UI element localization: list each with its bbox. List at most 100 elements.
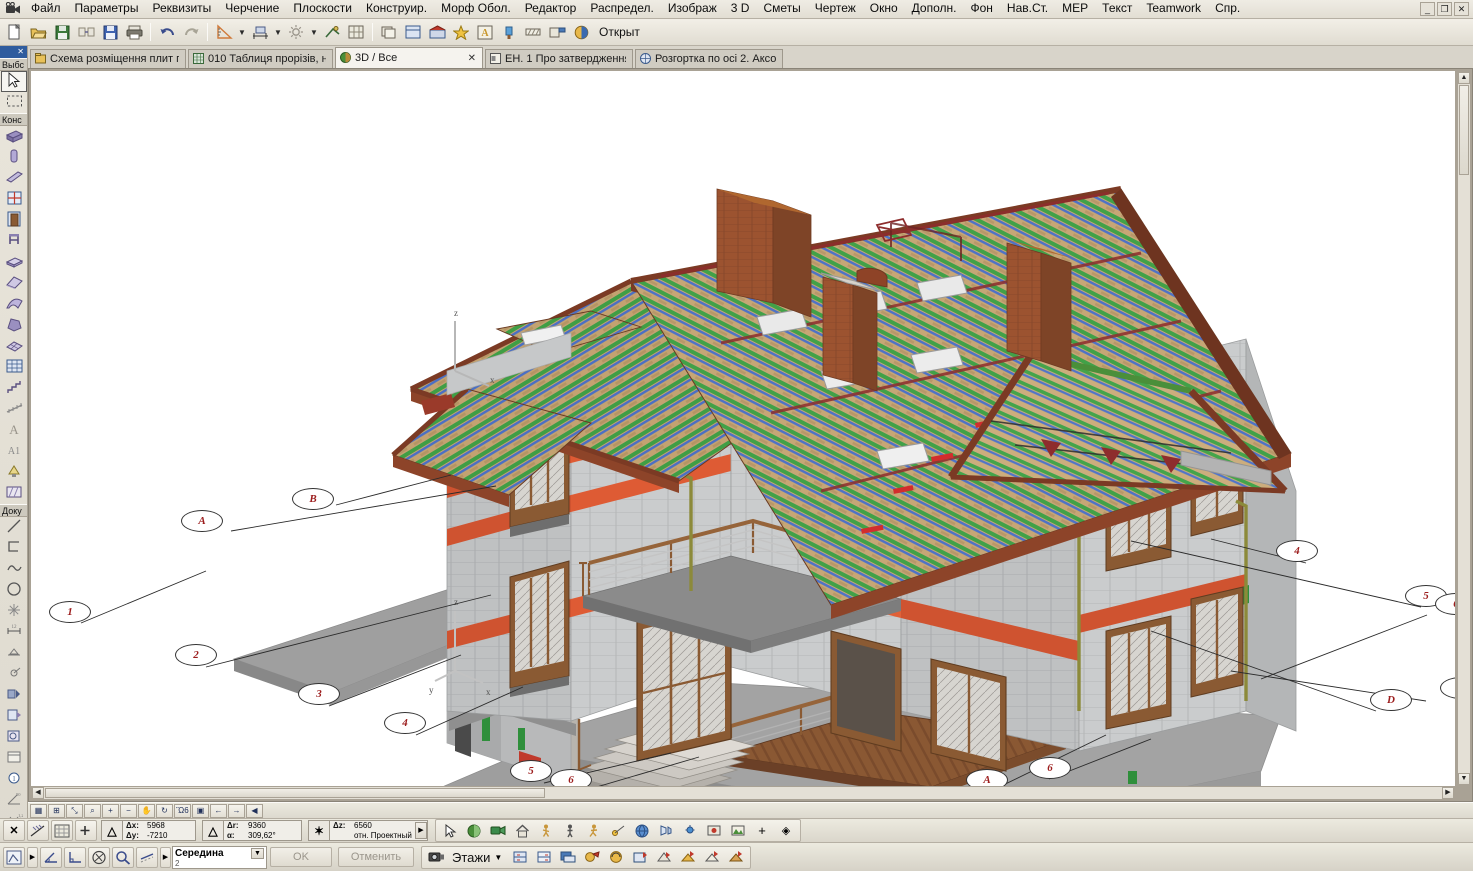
offset-dropdown-arrow-icon[interactable]: ▶ — [160, 846, 171, 868]
menu-distribute[interactable]: Распредел. — [583, 0, 660, 18]
menu-image[interactable]: Изображ — [661, 0, 724, 18]
measure-dropdown-arrow-icon[interactable]: ▼ — [236, 21, 248, 43]
grid-snap-icon[interactable] — [345, 21, 367, 43]
attribute-manager-icon[interactable] — [402, 21, 424, 43]
cartesian-coord-group[interactable]: △ Δx: 5968 Δy: -7210 — [101, 820, 196, 841]
ok-button[interactable]: OK — [270, 847, 332, 867]
fit-in-window-icon[interactable]: ⤡ — [66, 803, 83, 818]
menu-parameters[interactable]: Параметры — [68, 0, 146, 18]
toolbox-section-select[interactable]: Выбс — [0, 58, 27, 71]
marker-bubble-6b[interactable]: 6 — [1029, 757, 1071, 779]
stair-tool[interactable] — [1, 378, 27, 399]
tab-close-icon[interactable]: ✕ — [468, 53, 476, 64]
menu-attributes[interactable]: Реквизиты — [145, 0, 218, 18]
tab-document-en1[interactable]: ЕН. 1 Про затвердження Пор... — [485, 49, 633, 68]
tab-slab-layout[interactable]: Схема розміщення плит пере... — [30, 49, 186, 68]
teamwork-icon[interactable] — [570, 21, 592, 43]
publisher-icon[interactable] — [677, 847, 699, 868]
zoom-selection-icon[interactable]: ▣ — [192, 803, 209, 818]
roof-tool[interactable] — [1, 273, 27, 294]
3d-model-canvas[interactable]: z x z y x 1 A B 2 3 4 5 6 A 6 4 5 D — [31, 71, 1455, 786]
marker-bubble-a[interactable]: A — [181, 510, 223, 532]
close-button[interactable]: ✕ — [1454, 2, 1469, 16]
figure-run-icon[interactable] — [583, 820, 605, 841]
elevation-coord-group[interactable]: ✶ Δz: 6560 отн. Проектный ▶ — [308, 820, 428, 841]
tab-axis2-elevation[interactable]: Розгортка по осі 2. Аксоном... — [635, 49, 783, 68]
info-box-dropdown-arrow-icon[interactable]: ▶ — [27, 846, 38, 868]
marker-bubble-4b[interactable]: 4 — [1276, 540, 1318, 562]
measure-tool-icon[interactable] — [213, 21, 235, 43]
hatch-tool[interactable] — [1, 483, 27, 504]
favorites-star-icon[interactable] — [450, 21, 472, 43]
menu-estimates[interactable]: Сметы — [756, 0, 807, 18]
menu-mep[interactable]: MEP — [1055, 0, 1095, 18]
project-preview-icon[interactable] — [725, 847, 747, 868]
next-zoom-icon[interactable]: → — [228, 803, 245, 818]
railing-tool[interactable] — [1, 399, 27, 420]
figure-walk-icon[interactable] — [535, 820, 557, 841]
zoom-out-icon[interactable]: − — [120, 803, 137, 818]
hatch-pattern-icon[interactable] — [522, 21, 544, 43]
menu-teamwork[interactable]: Teamwork — [1139, 0, 1208, 18]
menu-editor[interactable]: Редактор — [518, 0, 584, 18]
find-select-icon[interactable] — [112, 846, 134, 868]
snap-guide-icon[interactable] — [27, 820, 49, 841]
polar-coord-group[interactable]: △ Δr: 9360 α: 309,62° — [202, 820, 302, 841]
linear-dimension-tool[interactable]: 12 — [1, 622, 27, 643]
cancel-button[interactable]: Отменить — [338, 847, 414, 867]
worksheet-tool[interactable] — [1, 748, 27, 769]
zoom-dynamic-icon[interactable]: ⌕ — [84, 803, 101, 818]
scroll-right-arrow-icon[interactable]: ▶ — [1442, 787, 1454, 799]
undo-icon[interactable] — [156, 21, 178, 43]
door-tool[interactable] — [1, 210, 27, 231]
story-up-icon[interactable] — [509, 847, 531, 868]
camera-icon[interactable] — [487, 820, 509, 841]
column-tool[interactable] — [1, 147, 27, 168]
render-icon[interactable] — [703, 820, 725, 841]
angle-dimension-tool[interactable]: 90 — [1, 790, 27, 811]
wall-tool[interactable] — [1, 126, 27, 147]
marker-bubble-5[interactable]: 5 — [510, 760, 552, 782]
polyline-tool[interactable] — [1, 538, 27, 559]
marker-bubble-3[interactable]: 3 — [298, 683, 340, 705]
scroll-left-arrow-icon[interactable]: ◀ — [32, 787, 44, 799]
camera-stories-icon[interactable] — [425, 847, 447, 868]
save-icon[interactable] — [51, 21, 73, 43]
menu-planes[interactable]: Плоскости — [286, 0, 359, 18]
marquee-select-tool[interactable] — [1, 92, 27, 113]
more-icon[interactable]: ◈ — [775, 820, 797, 841]
energy-eval-icon[interactable] — [701, 847, 723, 868]
label-tool[interactable]: A1 — [1, 441, 27, 462]
paint-bucket-icon[interactable] — [498, 21, 520, 43]
story-down-icon[interactable] — [533, 847, 555, 868]
scroll-down-arrow-icon[interactable]: ▼ — [1458, 773, 1470, 785]
new-document-icon[interactable] — [3, 21, 25, 43]
coord-dx-value[interactable]: 5968 — [145, 821, 165, 830]
shell-tool[interactable] — [1, 294, 27, 315]
detail-tool[interactable] — [1, 727, 27, 748]
coord-alpha-value[interactable]: 309,62° — [246, 831, 276, 840]
menu-background[interactable]: Фон — [963, 0, 999, 18]
sun-settings-icon[interactable] — [285, 21, 307, 43]
tab-openings-schedule[interactable]: 010 Таблиця прорізів, ніш і б... — [188, 49, 333, 68]
info-box-icon[interactable] — [3, 846, 25, 868]
section-tool[interactable] — [1, 685, 27, 706]
menu-3d[interactable]: 3 D — [724, 0, 757, 18]
tab-3d-all[interactable]: 3D / Все ✕ — [335, 47, 483, 68]
light-settings-icon[interactable] — [679, 820, 701, 841]
window-tool[interactable] — [1, 189, 27, 210]
marker-bubble-4[interactable]: 4 — [384, 712, 426, 734]
menu-file[interactable]: Файл — [24, 0, 68, 18]
save-all-icon[interactable] — [99, 21, 121, 43]
scroll-up-arrow-icon[interactable]: ▲ — [1458, 72, 1470, 84]
menu-design[interactable]: Конструир. — [359, 0, 434, 18]
publisher-sets-icon[interactable] — [546, 21, 568, 43]
explore-walk-icon[interactable]: Ὣ6 — [174, 803, 191, 818]
menu-addons[interactable]: Дополн. — [905, 0, 964, 18]
zoom-window-icon[interactable]: ⊞ — [48, 803, 65, 818]
save-as-icon[interactable] — [75, 21, 97, 43]
dimension-tool-icon[interactable] — [249, 21, 271, 43]
toolbox-section-document[interactable]: Доку — [0, 504, 27, 517]
toolbox-section-design[interactable]: Конс — [0, 113, 27, 126]
perpendicular-constraint-icon[interactable] — [64, 846, 86, 868]
